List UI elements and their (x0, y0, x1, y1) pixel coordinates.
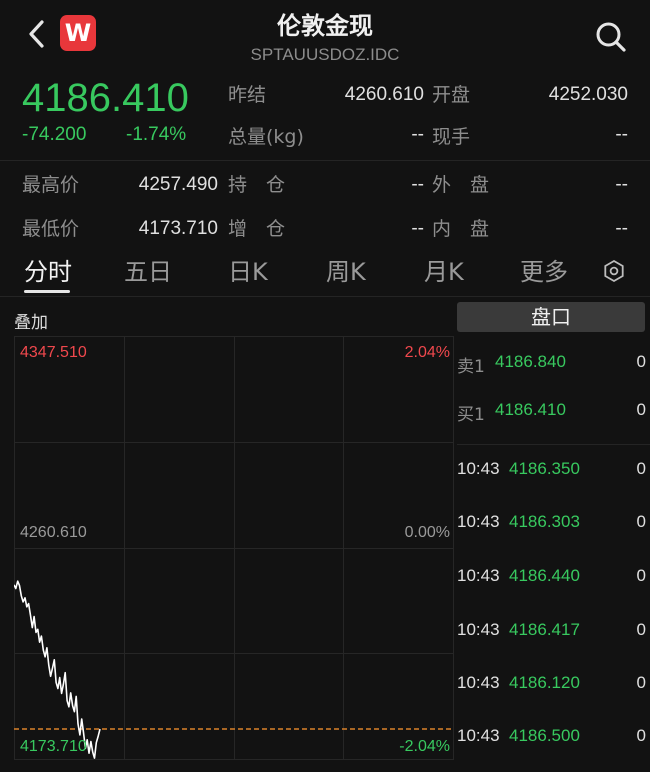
open-value: 4252.030 (548, 84, 628, 105)
volume-value: -- (411, 124, 424, 145)
tab-daily-k[interactable]: 日K (228, 252, 268, 287)
trade-price: 4186.417 (509, 620, 580, 639)
trade-row: 10:43 4186.440 0 (457, 566, 650, 596)
low-label: 最低价 (22, 218, 80, 240)
trade-qty: 0 (636, 673, 646, 692)
axis-top-price: 4347.510 (20, 344, 87, 361)
price-change-percent: -1.74% (126, 124, 187, 145)
orderbook-qty: 0 (636, 352, 646, 371)
orderbook-tab-button[interactable]: 盘口 (457, 302, 645, 332)
trade-price: 4186.120 (509, 673, 580, 692)
tab-intraday[interactable]: 分时 (24, 252, 72, 287)
trade-row: 10:43 4186.350 0 (457, 459, 650, 489)
trade-row: 10:43 4186.417 0 (457, 620, 650, 650)
trade-row: 10:43 4186.500 0 (457, 726, 650, 756)
trade-time: 10:43 (457, 459, 500, 478)
trade-price: 4186.500 (509, 726, 580, 745)
orderbook-row-ask: 卖1 4186.840 0 (457, 352, 650, 382)
low-value: 4173.710 (138, 218, 218, 239)
trade-qty: 0 (636, 726, 646, 745)
add-label: 增 仓 (228, 218, 286, 240)
prev-close-label: 昨结 (228, 84, 267, 106)
chart-settings-button[interactable] (602, 259, 626, 283)
trade-time: 10:43 (457, 620, 500, 639)
search-button[interactable] (592, 18, 630, 56)
prev-close-value: 4260.610 (344, 84, 424, 105)
overlay-button[interactable]: 叠加 (14, 308, 48, 333)
high-value: 4257.490 (138, 174, 218, 195)
trade-time: 10:43 (457, 512, 500, 531)
axis-mid-price: 4260.610 (20, 524, 87, 541)
chart-tabs: 分时 五日 日K 周K 月K 更多 (0, 246, 650, 296)
tab-more[interactable]: 更多 (520, 252, 568, 287)
outer-label: 外 盘 (432, 174, 490, 196)
trade-time: 10:43 (457, 566, 500, 585)
header-bar: W 伦敦金现 SPTAUUSDOZ.IDC (0, 0, 650, 72)
axis-bottom-price: 4173.710 (20, 738, 87, 755)
trade-price: 4186.440 (509, 566, 580, 585)
tab-five-day[interactable]: 五日 (124, 252, 172, 287)
high-label: 最高价 (22, 174, 80, 196)
price-change: -74.200 (22, 124, 87, 145)
settings-icon (604, 259, 624, 283)
orderbook-row-bid: 买1 4186.410 0 (457, 400, 650, 430)
orderbook-side-label: 卖1 (457, 357, 485, 377)
trade-qty: 0 (636, 566, 646, 585)
orderbook-price: 4186.410 (495, 400, 566, 419)
page-title: 伦敦金现 (277, 12, 373, 40)
add-value: -- (411, 218, 424, 239)
last-price: 4186.410 (22, 76, 189, 120)
symbol-code: SPTAUUSDOZ.IDC (250, 45, 400, 64)
outer-value: -- (615, 174, 628, 195)
tab-weekly-k[interactable]: 周K (326, 252, 366, 287)
intraday-chart-svg (14, 336, 454, 760)
current-hand-label: 现手 (432, 126, 471, 148)
price-series-line (14, 580, 101, 759)
trade-price: 4186.303 (509, 512, 580, 531)
trade-price: 4186.350 (509, 459, 580, 478)
active-tab-indicator (24, 290, 70, 293)
trade-time: 10:43 (457, 673, 500, 692)
inner-value: -- (615, 218, 628, 239)
inner-label: 内 盘 (432, 218, 490, 240)
orderbook-side-label: 买1 (457, 405, 485, 425)
open-label: 开盘 (432, 84, 471, 106)
hold-value: -- (411, 174, 424, 195)
hold-label: 持 仓 (228, 174, 286, 196)
volume-label: 总量(kg) (228, 126, 304, 148)
trade-row: 10:43 4186.303 0 (457, 512, 650, 542)
trade-qty: 0 (636, 620, 646, 639)
axis-mid-percent: 0.00% (404, 524, 450, 541)
trade-row: 10:43 4186.120 0 (457, 673, 650, 703)
axis-bottom-percent: -2.04% (399, 738, 450, 755)
orderbook-qty: 0 (636, 400, 646, 419)
summary-divider (0, 160, 650, 161)
intraday-chart: 4347.510 2.04% 4260.610 0.00% 4173.710 -… (14, 336, 454, 760)
search-icon (596, 22, 626, 52)
current-hand-value: -- (615, 124, 628, 145)
trade-qty: 0 (636, 512, 646, 531)
trade-time: 10:43 (457, 726, 500, 745)
orderbook-price: 4186.840 (495, 352, 566, 371)
axis-top-percent: 2.04% (404, 344, 450, 361)
trade-qty: 0 (636, 459, 646, 478)
orderbook-divider (457, 444, 650, 445)
tabs-divider (0, 296, 650, 297)
tab-monthly-k[interactable]: 月K (424, 252, 464, 287)
